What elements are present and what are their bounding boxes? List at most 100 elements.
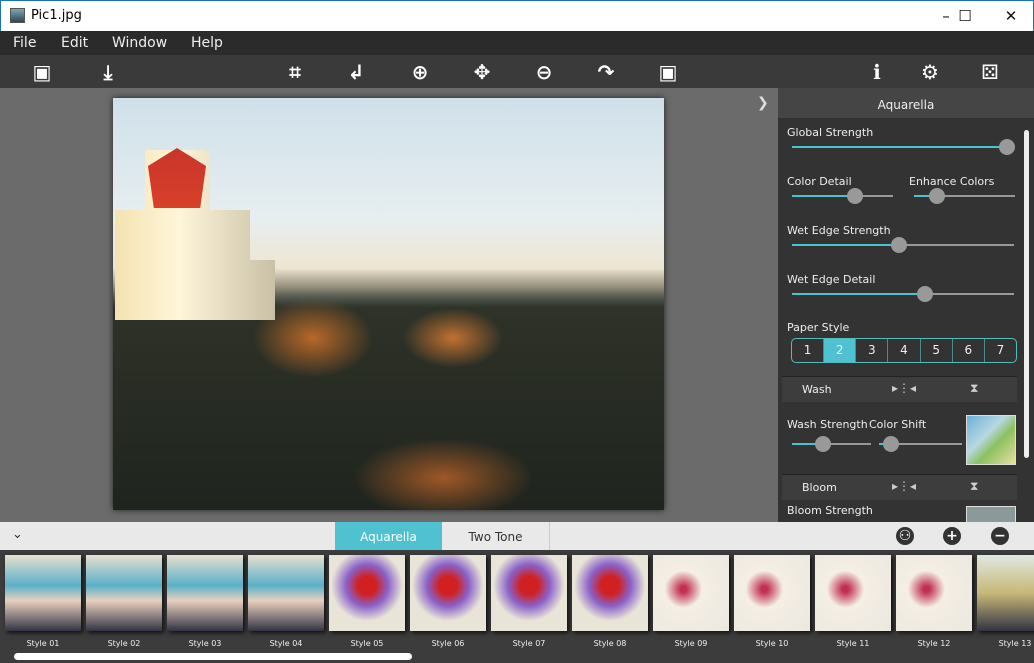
- bloom-strength-label: Bloom Strength: [787, 504, 873, 517]
- wash-strength-label: Wash Strength: [787, 418, 868, 431]
- strip-scrollbar[interactable]: [14, 653, 412, 660]
- panel-scrollbar[interactable]: [1024, 130, 1029, 458]
- slider-thumb[interactable]: [814, 436, 831, 452]
- slider-fill: [792, 293, 926, 295]
- undo-icon[interactable]: ↲: [343, 59, 369, 85]
- style-label: Style 04: [269, 639, 303, 648]
- style-label: Style 06: [431, 639, 465, 648]
- menu-edit[interactable]: Edit: [61, 35, 88, 51]
- paper-style-option-1[interactable]: 1: [792, 339, 823, 362]
- style-label: Style 09: [674, 639, 708, 648]
- add-style-icon[interactable]: +: [943, 527, 961, 545]
- style-thumbnail[interactable]: [896, 555, 972, 631]
- style-label: Style 11: [836, 639, 870, 648]
- paper-style-option-3[interactable]: 3: [855, 339, 887, 362]
- paper-style-option-5[interactable]: 5: [919, 339, 952, 362]
- style-label: Style 01: [26, 639, 60, 648]
- zoom-in-icon[interactable]: ⊕: [407, 59, 433, 85]
- wash-section-label: Wash: [802, 383, 832, 396]
- random-dice-icon[interactable]: ⚄: [977, 59, 1003, 85]
- save-icon[interactable]: ⤓: [95, 59, 121, 85]
- bloom-section-label: Bloom: [802, 481, 837, 494]
- style-label: Style 08: [593, 639, 627, 648]
- color-detail-label: Color Detail: [787, 175, 852, 188]
- style-thumbnail[interactable]: [653, 555, 729, 631]
- random-style-icon[interactable]: ⚇: [896, 527, 914, 545]
- collapse-panel-icon[interactable]: ❯: [757, 95, 769, 111]
- tab-two-tone[interactable]: Two Tone: [442, 522, 550, 550]
- window-title: Pic1.jpg: [31, 8, 82, 23]
- bloom-section-header[interactable]: Bloom ▸⋮◂ ⧗: [782, 474, 1017, 500]
- global-strength-slider[interactable]: [792, 139, 1016, 155]
- pan-icon[interactable]: ✥: [469, 59, 495, 85]
- info-icon[interactable]: ℹ: [864, 59, 890, 85]
- slider-thumb[interactable]: [890, 237, 907, 253]
- color-shift-slider[interactable]: [879, 436, 962, 452]
- style-thumbnail[interactable]: [329, 555, 405, 631]
- color-detail-slider[interactable]: [792, 188, 893, 204]
- flip-vertical-icon[interactable]: ⧗: [970, 381, 978, 396]
- maximize-button[interactable]: ☐: [945, 5, 985, 27]
- style-thumbnail[interactable]: [977, 555, 1034, 631]
- wet-edge-strength-slider[interactable]: [792, 237, 1014, 253]
- style-thumbnail[interactable]: [734, 555, 810, 631]
- menu-window[interactable]: Window: [112, 35, 167, 51]
- fit-image-icon[interactable]: ▣: [655, 59, 681, 85]
- style-thumbnail[interactable]: [248, 555, 324, 631]
- settings-panel: Aquarella Global Strength Color Detail E…: [778, 88, 1034, 522]
- style-label: Style 10: [755, 639, 789, 648]
- open-image-icon[interactable]: ▣: [29, 59, 55, 85]
- global-strength-label: Global Strength: [787, 126, 874, 139]
- style-thumbnail[interactable]: [86, 555, 162, 631]
- crop-icon[interactable]: ⌗: [282, 59, 308, 85]
- wash-section-header[interactable]: Wash ▸⋮◂ ⧗: [782, 376, 1017, 402]
- close-button[interactable]: ✕: [991, 5, 1031, 27]
- style-thumbnail-strip: Style 01 Style 02 Style 03 Style 04 Style 05…: [0, 550, 1034, 663]
- slider-thumb[interactable]: [846, 188, 863, 204]
- paper-style-label: Paper Style: [787, 321, 850, 334]
- slider-thumb[interactable]: [929, 188, 946, 204]
- style-thumbnail[interactable]: [491, 555, 567, 631]
- style-tab-bar: ⌄ Aquarella Two Tone ⚇ + −: [0, 522, 1034, 550]
- wash-strength-slider[interactable]: [792, 436, 871, 452]
- paper-style-option-2[interactable]: 2: [823, 339, 856, 362]
- collapse-strip-icon[interactable]: ⌄: [12, 527, 23, 542]
- style-thumbnail[interactable]: [410, 555, 486, 631]
- menu-bar: File Edit Window Help: [0, 31, 1034, 55]
- menu-file[interactable]: File: [13, 35, 36, 51]
- tab-aquarella[interactable]: Aquarella: [335, 522, 442, 550]
- slider-fill: [792, 146, 1008, 148]
- color-shift-label: Color Shift: [869, 418, 927, 431]
- style-label: Style 07: [512, 639, 546, 648]
- style-thumbnail[interactable]: [572, 555, 648, 631]
- style-thumbnail[interactable]: [815, 555, 891, 631]
- slider-thumb[interactable]: [882, 436, 899, 452]
- bloom-texture-swatch[interactable]: [966, 506, 1016, 522]
- style-label: Style 02: [107, 639, 141, 648]
- remove-style-icon[interactable]: −: [991, 527, 1009, 545]
- paper-style-option-7[interactable]: 7: [983, 339, 1016, 362]
- wash-texture-swatch[interactable]: [966, 415, 1016, 465]
- enhance-colors-slider[interactable]: [914, 188, 1015, 204]
- paper-style-option-4[interactable]: 4: [887, 339, 919, 362]
- menu-help[interactable]: Help: [191, 35, 223, 51]
- style-label: Style 05: [350, 639, 384, 648]
- redo-icon[interactable]: ↷: [593, 59, 619, 85]
- flip-vertical-icon[interactable]: ⧗: [970, 479, 978, 494]
- style-thumbnail[interactable]: [5, 555, 81, 631]
- title-bar: Pic1.jpg – ☐ ✕: [0, 0, 1034, 31]
- wet-edge-strength-label: Wet Edge Strength: [787, 224, 891, 237]
- style-thumbnail[interactable]: [167, 555, 243, 631]
- slider-thumb[interactable]: [917, 286, 934, 302]
- panel-title: Aquarella: [778, 88, 1034, 118]
- settings-icon[interactable]: ⚙: [917, 59, 943, 85]
- app-icon: [10, 8, 25, 23]
- slider-fill: [792, 195, 855, 197]
- wet-edge-detail-slider[interactable]: [792, 286, 1014, 302]
- paper-style-option-6[interactable]: 6: [951, 339, 984, 362]
- flip-horizontal-icon[interactable]: ▸⋮◂: [892, 479, 916, 493]
- slider-thumb[interactable]: [999, 139, 1016, 155]
- zoom-out-icon[interactable]: ⊖: [531, 59, 557, 85]
- flip-horizontal-icon[interactable]: ▸⋮◂: [892, 381, 916, 395]
- style-label: Style 12: [917, 639, 951, 648]
